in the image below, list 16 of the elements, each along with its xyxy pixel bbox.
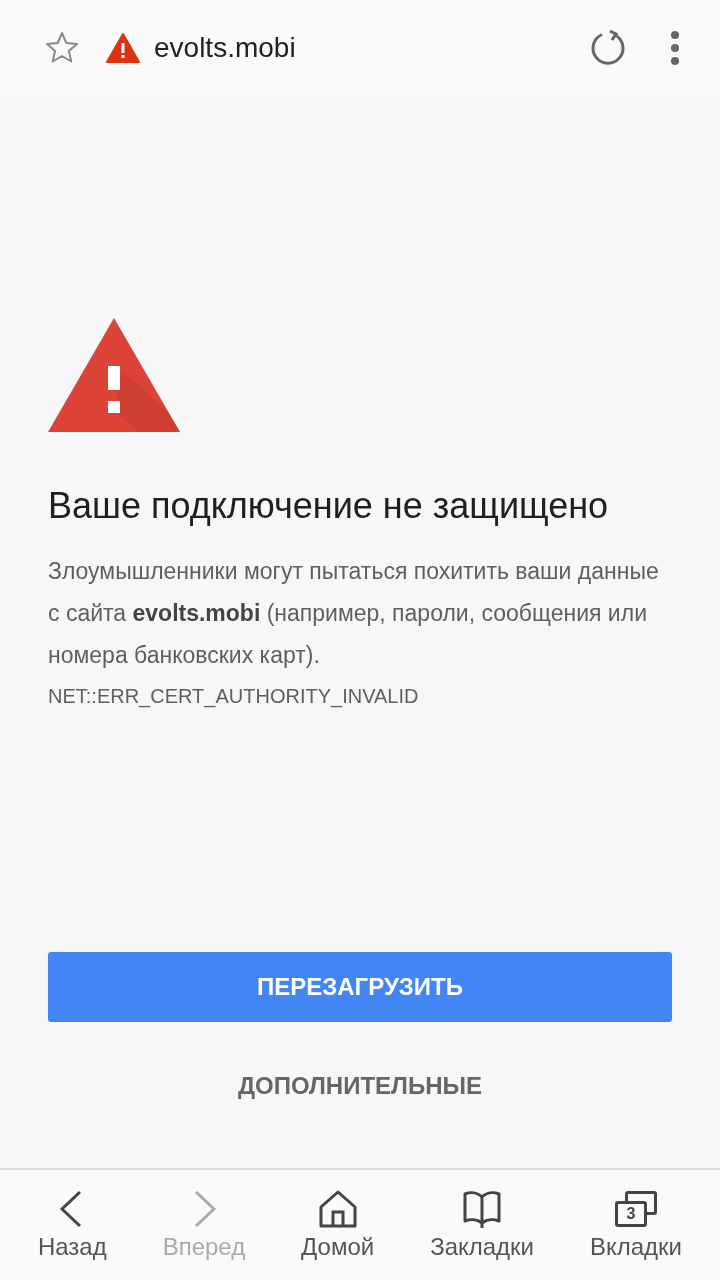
back-button[interactable]: Назад: [37, 1189, 107, 1261]
warning-icon: [48, 318, 180, 432]
error-title: Ваше подключение не защищено: [48, 484, 610, 528]
bookmarks-button[interactable]: Закладки: [430, 1189, 534, 1261]
home-button[interactable]: Домой: [301, 1189, 375, 1261]
star-icon[interactable]: [44, 30, 80, 66]
advanced-button[interactable]: ДОПОЛНИТЕЛЬНЫЕ: [229, 1064, 491, 1108]
warning-icon: [106, 33, 140, 63]
menu-icon[interactable]: [670, 30, 680, 66]
home-icon: [317, 1189, 358, 1229]
url-text[interactable]: evolts.mobi: [154, 32, 588, 64]
error-message: Злоумышленники могут пытаться похитить ваши данные с сайта evolts.mobi (например, пароли, сообщения или номера банковских карт).: [48, 557, 660, 670]
book-icon: [462, 1189, 503, 1229]
error-code: NET::ERR_CERT_AUTHORITY_INVALID: [48, 684, 420, 710]
tabs-button[interactable]: 3 Вкладки: [589, 1189, 682, 1261]
reload-button[interactable]: ПЕРЕЗАГРУЗИТЬ: [48, 952, 672, 1022]
